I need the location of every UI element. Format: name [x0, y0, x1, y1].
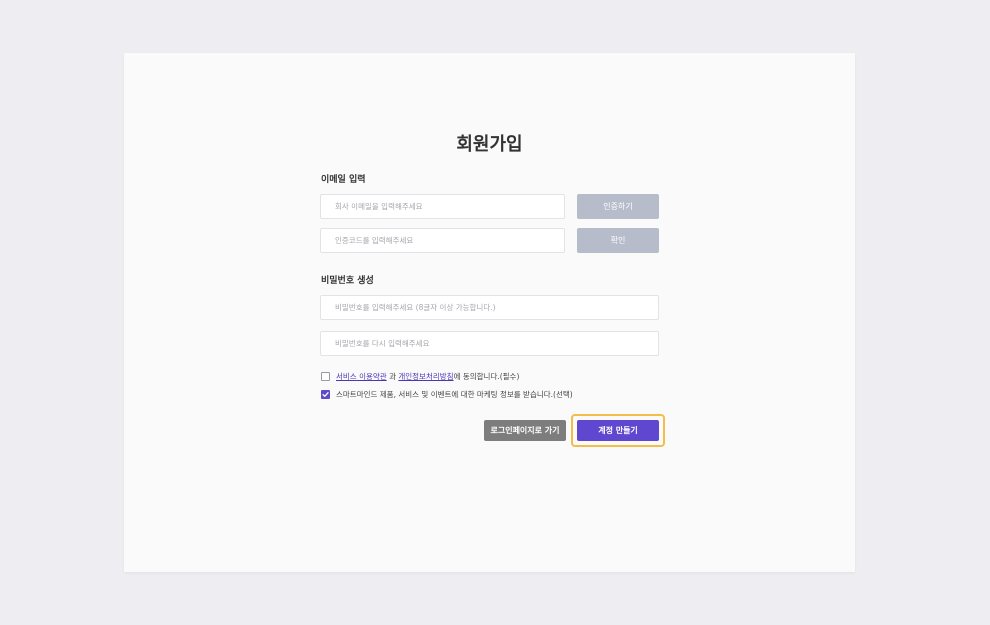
password-confirm-input[interactable] [320, 331, 659, 356]
marketing-agreement-text: 스마트마인드 제품, 서비스 및 이벤트에 대한 마케팅 정보를 받습니다.(선… [336, 390, 573, 399]
terms-connector-text: 과 [386, 372, 399, 381]
terms-agreement-row: 서비스 이용약관 과 개인정보처리방침 에 동의합니다.(필수) [321, 371, 519, 382]
terms-checkbox[interactable] [321, 372, 330, 381]
email-section-label: 이메일 입력 [321, 175, 366, 185]
privacy-policy-link[interactable]: 개인정보처리방침 [398, 371, 453, 382]
confirm-code-button[interactable]: 확인 [577, 228, 659, 253]
checkmark-icon [322, 392, 329, 397]
signup-card: 회원가입 이메일 입력 인증하기 확인 비밀번호 생성 서비스 이용약관 과 개… [124, 53, 855, 572]
marketing-checkbox[interactable] [321, 390, 330, 399]
verify-button[interactable]: 인증하기 [577, 194, 659, 219]
password-section-label: 비밀번호 생성 [321, 276, 374, 286]
create-account-button[interactable]: 계정 만들기 [577, 420, 659, 441]
terms-suffix-text: 에 동의합니다.(필수) [453, 372, 520, 381]
email-input[interactable] [320, 194, 565, 219]
go-to-login-button[interactable]: 로그인페이지로 가기 [484, 420, 566, 441]
password-input[interactable] [320, 295, 659, 320]
verification-code-input[interactable] [320, 228, 565, 253]
terms-of-service-link[interactable]: 서비스 이용약관 [336, 371, 387, 382]
page-title: 회원가입 [456, 134, 523, 155]
marketing-agreement-row: 스마트마인드 제품, 서비스 및 이벤트에 대한 마케팅 정보를 받습니다.(선… [321, 389, 573, 400]
